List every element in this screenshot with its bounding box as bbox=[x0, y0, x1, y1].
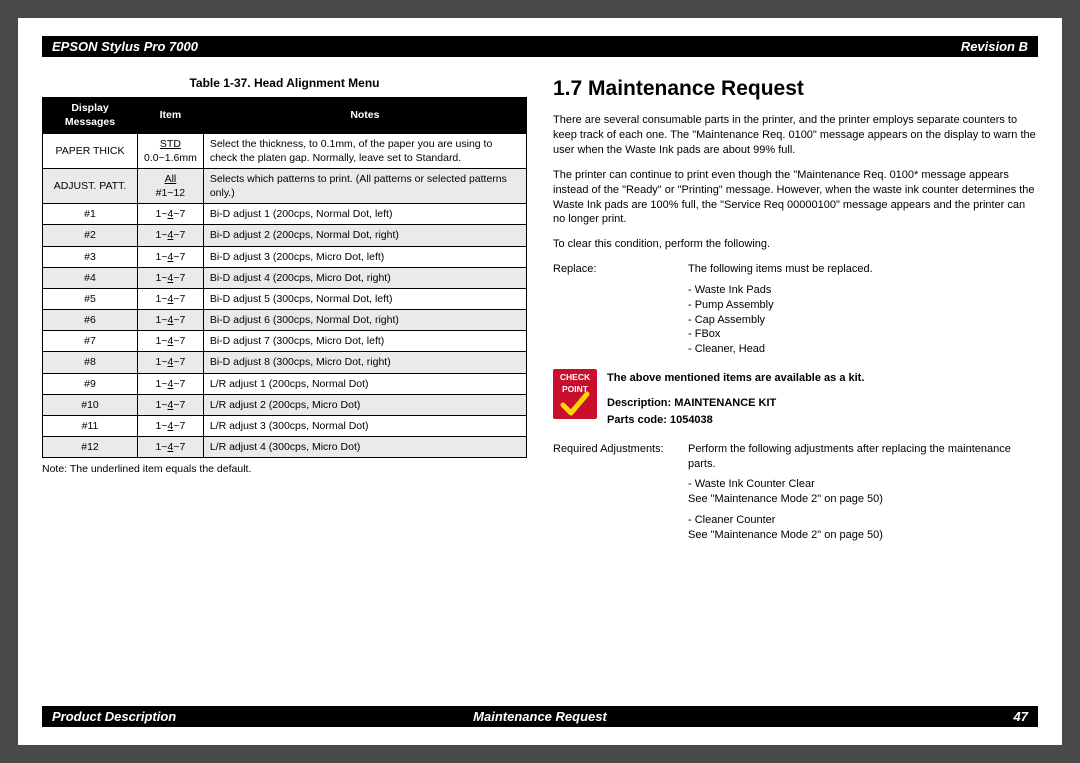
table-row: PAPER THICK STD0.0~1.6mm Select the thic… bbox=[43, 133, 527, 168]
header-left: EPSON Stylus Pro 7000 bbox=[52, 39, 198, 54]
checkpoint-box: CHECK POINT The above mentioned items ar… bbox=[553, 369, 1038, 430]
table-title: Table 1-37. Head Alignment Menu bbox=[42, 75, 527, 91]
paragraph-3: To clear this condition, perform the fol… bbox=[553, 237, 1038, 252]
table-row: #71~4~7Bi-D adjust 7 (300cps, Micro Dot,… bbox=[43, 331, 527, 352]
table-row: #11~4~7Bi-D adjust 1 (200cps, Normal Dot… bbox=[43, 204, 527, 225]
header-bar: EPSON Stylus Pro 7000 Revision B bbox=[42, 36, 1038, 57]
table-row: #51~4~7Bi-D adjust 5 (300cps, Normal Dot… bbox=[43, 288, 527, 309]
adjustments-row: Required Adjustments: Perform the follow… bbox=[553, 442, 1038, 543]
paragraph-2: The printer can continue to print even t… bbox=[553, 168, 1038, 227]
adjustments-value: Perform the following adjustments after … bbox=[688, 442, 1038, 543]
checkmark-icon bbox=[560, 391, 590, 417]
table-row: #91~4~7L/R adjust 1 (200cps, Normal Dot) bbox=[43, 373, 527, 394]
replace-value: The following items must be replaced. - … bbox=[688, 262, 1038, 357]
section-heading: 1.7 Maintenance Request bbox=[553, 75, 1038, 103]
table-row: #41~4~7Bi-D adjust 4 (200cps, Micro Dot,… bbox=[43, 267, 527, 288]
checkpoint-icon: CHECK POINT bbox=[553, 369, 597, 419]
footer-left: Product Description bbox=[52, 709, 374, 724]
table-row: ADJUST. PATT. All#1~12 Selects which pat… bbox=[43, 168, 527, 203]
paragraph-1: There are several consumable parts in th… bbox=[553, 113, 1038, 158]
footer-bar: Product Description Maintenance Request … bbox=[42, 706, 1038, 727]
table-row: #81~4~7Bi-D adjust 8 (300cps, Micro Dot,… bbox=[43, 352, 527, 373]
th-item: Item bbox=[138, 98, 204, 133]
table-note: Note: The underlined item equals the def… bbox=[42, 462, 527, 476]
header-right: Revision B bbox=[961, 39, 1028, 54]
table-row: #101~4~7L/R adjust 2 (200cps, Micro Dot) bbox=[43, 394, 527, 415]
footer-center: Maintenance Request bbox=[374, 709, 706, 724]
th-notes: Notes bbox=[203, 98, 526, 133]
adjustments-label: Required Adjustments: bbox=[553, 442, 688, 543]
replace-label: Replace: bbox=[553, 262, 688, 357]
table-row: #121~4~7L/R adjust 4 (300cps, Micro Dot) bbox=[43, 437, 527, 458]
table-row: #31~4~7Bi-D adjust 3 (200cps, Micro Dot,… bbox=[43, 246, 527, 267]
table-row: #61~4~7Bi-D adjust 6 (300cps, Normal Dot… bbox=[43, 310, 527, 331]
replace-row: Replace: The following items must be rep… bbox=[553, 262, 1038, 357]
content-area: Table 1-37. Head Alignment Menu Display … bbox=[42, 75, 1038, 547]
table-row: #111~4~7L/R adjust 3 (300cps, Normal Dot… bbox=[43, 415, 527, 436]
checkpoint-text: The above mentioned items are available … bbox=[607, 369, 864, 430]
left-column: Table 1-37. Head Alignment Menu Display … bbox=[42, 75, 527, 547]
head-alignment-table: Display Messages Item Notes PAPER THICK … bbox=[42, 97, 527, 458]
right-column: 1.7 Maintenance Request There are severa… bbox=[553, 75, 1038, 547]
document-page: EPSON Stylus Pro 7000 Revision B Table 1… bbox=[18, 18, 1062, 745]
th-display: Display Messages bbox=[43, 98, 138, 133]
footer-right: 47 bbox=[706, 709, 1028, 724]
table-row: #21~4~7Bi-D adjust 2 (200cps, Normal Dot… bbox=[43, 225, 527, 246]
